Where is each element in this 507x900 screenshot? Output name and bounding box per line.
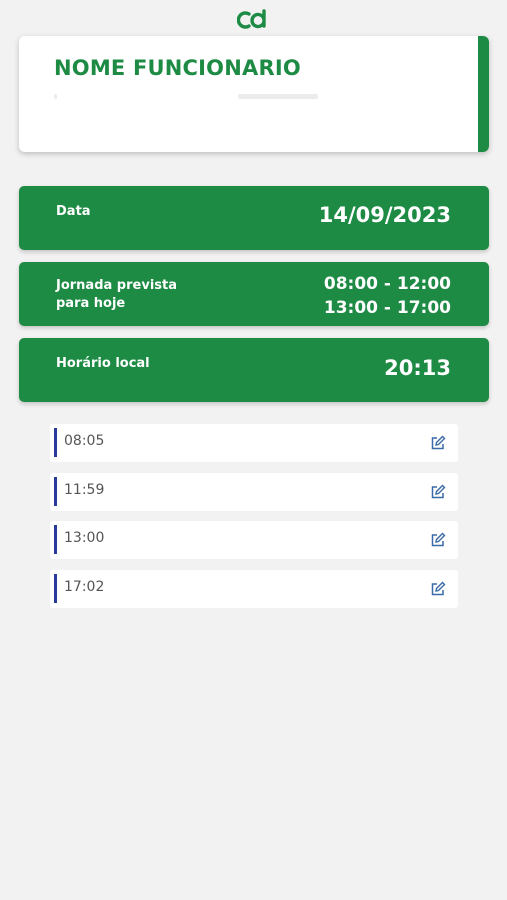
entry-time: 13:00 <box>64 530 105 546</box>
employee-card: NOME FUNCIONARIO <box>19 36 489 152</box>
edit-icon[interactable] <box>430 581 446 597</box>
entry-marker <box>54 525 57 554</box>
schedule-morning: 08:00 - 12:00 <box>323 274 451 294</box>
local-time-value: 20:13 <box>384 356 451 380</box>
employee-details-placeholder <box>54 94 334 100</box>
entry-time: 17:02 <box>64 579 105 595</box>
schedule-label-line2: para hoje <box>56 296 126 311</box>
schedule-label: Jornada prevista para hoje <box>56 277 177 313</box>
employee-name: NOME FUNCIONARIO <box>54 56 301 80</box>
time-entry: 17:02 <box>50 570 458 608</box>
entry-time: 08:05 <box>64 433 105 449</box>
entry-marker <box>54 428 57 457</box>
time-entry: 11:59 <box>50 473 458 511</box>
date-card: Data 14/09/2023 <box>19 186 489 250</box>
edit-icon[interactable] <box>430 532 446 548</box>
schedule-card: Jornada prevista para hoje 08:00 - 12:00… <box>19 262 489 326</box>
local-time-label: Horário local <box>56 356 150 371</box>
date-label: Data <box>56 204 91 219</box>
time-entry: 08:05 <box>50 424 458 462</box>
local-time-card: Horário local 20:13 <box>19 338 489 402</box>
employee-card-accent <box>478 36 489 152</box>
edit-icon[interactable] <box>430 435 446 451</box>
schedule-label-line1: Jornada prevista <box>56 278 177 293</box>
schedule-values: 08:00 - 12:00 13:00 - 17:00 <box>324 272 451 320</box>
date-value: 14/09/2023 <box>318 203 451 227</box>
edit-icon[interactable] <box>430 484 446 500</box>
entry-time: 11:59 <box>64 482 105 498</box>
entry-marker <box>54 477 57 506</box>
schedule-afternoon: 13:00 - 17:00 <box>323 298 451 318</box>
entry-marker <box>54 574 57 603</box>
time-entry: 13:00 <box>50 521 458 559</box>
cd-logo-icon <box>237 9 266 29</box>
